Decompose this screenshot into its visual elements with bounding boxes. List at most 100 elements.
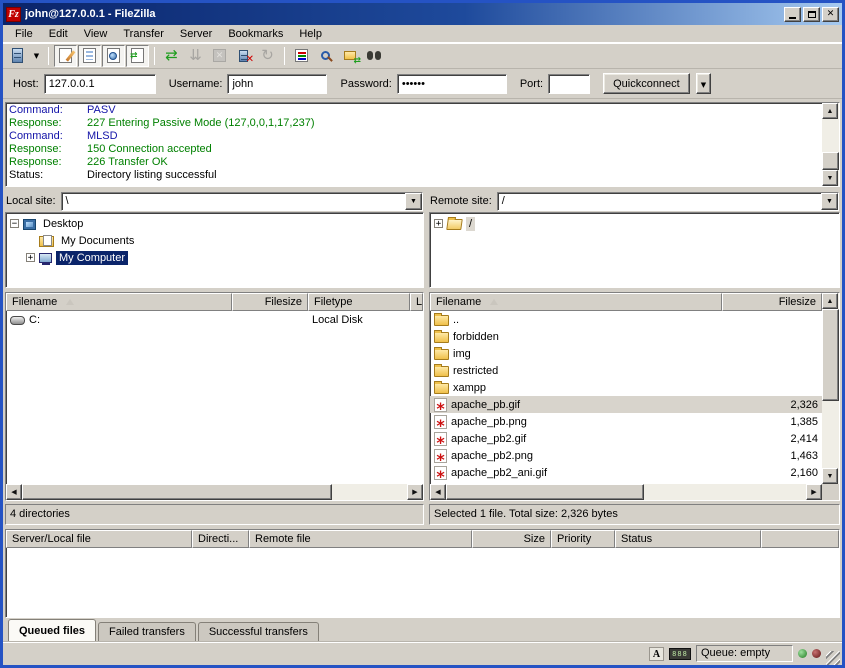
scroll-up-button[interactable]: ▲ <box>822 103 838 119</box>
process-queue-button[interactable]: ⇊ <box>184 45 207 67</box>
remote-vertical-scrollbar[interactable]: ▲ ▼ <box>822 293 839 484</box>
speed-limits-icon[interactable]: 888 <box>669 648 691 660</box>
tab-successful-transfers[interactable]: Successful transfers <box>198 622 319 641</box>
scroll-up-button[interactable]: ▲ <box>822 293 838 309</box>
file-row-c[interactable]: C:Local Disk <box>6 311 423 328</box>
column-header-filetype[interactable]: Filetype <box>308 293 410 311</box>
tree-item-my-documents[interactable]: My Documents <box>8 232 423 249</box>
tree-item-my-computer[interactable]: +My Computer <box>8 249 423 266</box>
tab-failed-transfers[interactable]: Failed transfers <box>98 622 196 641</box>
column-header-l[interactable]: L <box>410 293 423 311</box>
scroll-thumb[interactable] <box>822 309 839 401</box>
scroll-thumb[interactable] <box>822 152 839 170</box>
scroll-down-button[interactable]: ▼ <box>822 468 838 484</box>
file-row-apache-pb-png[interactable]: *apache_pb.png1,385 <box>430 413 822 430</box>
titlebar[interactable]: Fz john@127.0.0.1 - FileZilla ✕ <box>3 3 842 25</box>
password-input[interactable] <box>397 74 507 94</box>
toggle-local-tree-button[interactable] <box>78 45 101 67</box>
menu-item-help[interactable]: Help <box>291 26 330 42</box>
minimize-button[interactable] <box>784 7 801 22</box>
maximize-button[interactable] <box>803 7 820 22</box>
file-row-img[interactable]: img <box>430 345 822 362</box>
directory-listing-filters-button[interactable] <box>290 45 313 67</box>
column-header-filesize[interactable]: Filesize <box>722 293 822 311</box>
close-button[interactable]: ✕ <box>822 7 839 22</box>
tree-item-[interactable]: +/ <box>432 215 839 232</box>
column-header-filename[interactable]: Filename <box>6 293 232 311</box>
scroll-track[interactable] <box>446 484 806 500</box>
filezilla-window: Fz john@127.0.0.1 - FileZilla ✕ FileEdit… <box>0 0 845 668</box>
refresh-button[interactable]: ⇄ <box>160 45 183 67</box>
directory-comparison-button[interactable] <box>362 45 385 67</box>
quickconnect-dropdown-button[interactable]: ▼ <box>696 73 711 94</box>
resize-grip[interactable] <box>826 651 840 665</box>
file-row-restricted[interactable]: restricted <box>430 362 822 379</box>
column-header-filesize[interactable]: Filesize <box>232 293 308 311</box>
tree-item-desktop[interactable]: −Desktop <box>8 215 423 232</box>
file-row-apache-pb-gif[interactable]: *apache_pb.gif2,326 <box>430 396 822 413</box>
column-header-directi[interactable]: Directi... <box>192 530 249 548</box>
scroll-thumb[interactable] <box>22 484 332 500</box>
menu-item-bookmarks[interactable]: Bookmarks <box>220 26 291 42</box>
scroll-track[interactable] <box>822 309 839 468</box>
file-row-apache-pb2-ani-gif[interactable]: *apache_pb2_ani.gif2,160 <box>430 464 822 481</box>
log-entry-label: Command: <box>9 130 87 143</box>
menu-item-edit[interactable]: Edit <box>41 26 76 42</box>
quickconnect-button[interactable]: Quickconnect <box>603 73 690 94</box>
log-entry-text: Directory listing successful <box>87 169 217 182</box>
username-input[interactable] <box>227 74 327 94</box>
column-header-status[interactable]: Status <box>615 530 761 548</box>
tree-expander-plus[interactable]: + <box>434 219 443 228</box>
transfer-type-icon[interactable]: A <box>649 647 664 661</box>
log-vertical-scrollbar[interactable]: ▲ ▼ <box>822 103 839 186</box>
file-row-forbidden[interactable]: forbidden <box>430 328 822 345</box>
toggle-remote-tree-button[interactable] <box>102 45 125 67</box>
column-header-remote-file[interactable]: Remote file <box>249 530 472 548</box>
file-row-apache-pb2-gif[interactable]: *apache_pb2.gif2,414 <box>430 430 822 447</box>
toggle-transfer-queue-button[interactable]: ⇄ <box>126 45 149 67</box>
remote-horizontal-scrollbar[interactable]: ◀ ▶ <box>430 484 822 500</box>
file-row-xampp[interactable]: xampp <box>430 379 822 396</box>
local-site-combobox[interactable]: \ ▼ <box>61 192 423 211</box>
tree-expander-minus[interactable]: − <box>10 219 19 228</box>
open-site-manager-dropdown-button[interactable]: ▼ <box>30 45 43 67</box>
combo-dropdown-button[interactable]: ▼ <box>821 193 838 210</box>
host-input[interactable] <box>44 74 156 94</box>
file-row-[interactable]: .. <box>430 311 822 328</box>
reconnect-button[interactable]: ↻ <box>256 45 279 67</box>
file-name: .. <box>453 314 459 326</box>
filter-icon <box>295 49 308 62</box>
combo-dropdown-button[interactable]: ▼ <box>405 193 422 210</box>
scroll-thumb[interactable] <box>446 484 644 500</box>
column-header-blank[interactable] <box>761 530 839 548</box>
toggle-message-log-button[interactable] <box>54 45 77 67</box>
column-header-server-local-file[interactable]: Server/Local file <box>6 530 192 548</box>
menu-item-server[interactable]: Server <box>172 26 220 42</box>
port-input[interactable] <box>548 74 590 94</box>
my-computer-icon <box>39 253 52 263</box>
scroll-right-button[interactable]: ▶ <box>407 484 423 500</box>
scroll-down-button[interactable]: ▼ <box>822 170 838 186</box>
scroll-left-button[interactable]: ◀ <box>430 484 446 500</box>
column-header-filename[interactable]: Filename <box>430 293 722 311</box>
tab-queued-files[interactable]: Queued files <box>8 619 96 641</box>
menu-item-transfer[interactable]: Transfer <box>115 26 172 42</box>
tree-expander-plus[interactable]: + <box>26 253 35 262</box>
open-site-manager-button[interactable] <box>6 45 29 67</box>
menu-item-file[interactable]: File <box>7 26 41 42</box>
synchronized-browsing-button[interactable]: ⇄ <box>338 45 361 67</box>
disconnect-button[interactable]: ✕ <box>232 45 255 67</box>
menu-item-view[interactable]: View <box>76 26 116 42</box>
scroll-track[interactable] <box>822 119 839 170</box>
column-header-priority[interactable]: Priority <box>551 530 615 548</box>
file-row-apache-pb2-png[interactable]: *apache_pb2.png1,463 <box>430 447 822 464</box>
local-horizontal-scrollbar[interactable]: ◀ ▶ <box>6 484 423 500</box>
column-header-size[interactable]: Size <box>472 530 551 548</box>
column-header-label: Remote file <box>255 533 311 545</box>
scroll-track[interactable] <box>22 484 407 500</box>
cancel-operation-button[interactable]: ✕ <box>208 45 231 67</box>
file-search-button[interactable] <box>314 45 337 67</box>
scroll-right-button[interactable]: ▶ <box>806 484 822 500</box>
remote-site-combobox[interactable]: / ▼ <box>497 192 839 211</box>
scroll-left-button[interactable]: ◀ <box>6 484 22 500</box>
